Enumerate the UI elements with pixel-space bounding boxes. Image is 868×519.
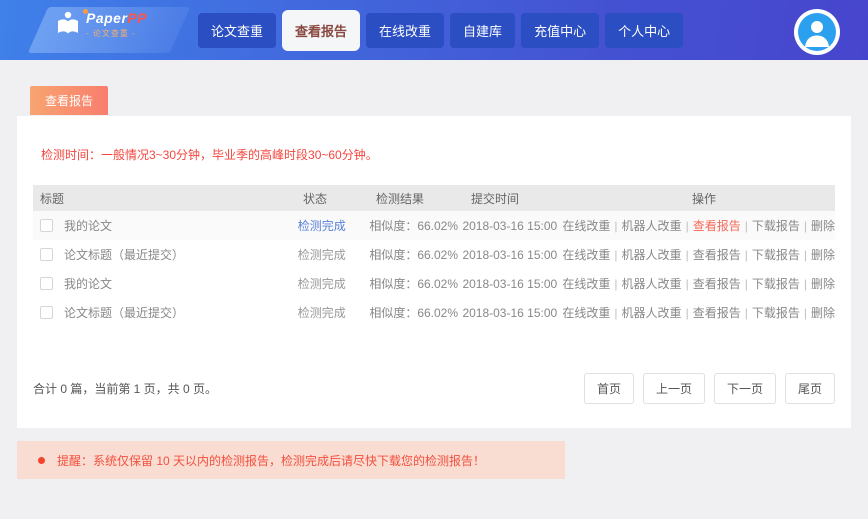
table-header-row: 标题 状态 检测结果 提交时间 操作 (33, 185, 835, 211)
header-status: 状态 (303, 191, 328, 206)
action-separator: | (685, 306, 689, 320)
action-robot-rewrite[interactable]: 机器人改重 (622, 277, 682, 291)
action-delete[interactable]: 删除 (811, 219, 835, 233)
paper-title: 我的论文 (64, 219, 113, 233)
reminder-text: 提醒：系统仅保留 10 天以内的检测报告，检测完成后请尽快下载您的检测报告！ (57, 453, 486, 468)
status-link[interactable]: 检测完成 (298, 306, 346, 320)
action-view-report[interactable]: 查看报告 (693, 306, 741, 320)
action-view-report[interactable]: 查看报告 (693, 219, 741, 233)
first-page-button[interactable]: 首页 (583, 373, 634, 404)
header-title: 标题 (40, 191, 65, 206)
submit-time: 2018-03-16 15:00 (462, 247, 558, 262)
row-actions: 在线改重 | 机器人改重 | 查看报告 | 下载报告 | 删除 (562, 217, 835, 234)
avatar-person-icon (798, 13, 836, 51)
action-download-report[interactable]: 下载报告 (752, 219, 800, 233)
action-separator: | (744, 248, 748, 262)
action-separator: | (803, 306, 807, 320)
header-result: 检测结果 (376, 191, 425, 206)
similarity-result: 相似度：66.02% (369, 277, 459, 291)
table-row: 论文标题（最近提交） 检测完成 相似度：66.02% 2018-03-16 15… (33, 298, 835, 327)
action-separator: | (614, 277, 618, 291)
pagination-summary: 合计 0 篇，当前第 1 页，共 0 页。 (33, 382, 218, 396)
table-row: 我的论文 检测完成 相似度：66.02% 2018-03-16 15:00 在线… (33, 211, 835, 240)
action-view-report[interactable]: 查看报告 (693, 248, 741, 262)
action-online-rewrite[interactable]: 在线改重 (562, 219, 610, 233)
action-separator: | (685, 219, 689, 233)
action-download-report[interactable]: 下载报告 (752, 277, 800, 291)
next-page-button[interactable]: 下一页 (713, 373, 776, 404)
brand-logo[interactable]: PaperPP - 论文查重 - (27, 7, 191, 53)
row-checkbox[interactable] (40, 306, 53, 319)
row-actions: 在线改重 | 机器人改重 | 查看报告 | 下载报告 | 删除 (562, 246, 835, 263)
table-row: 论文标题（最近提交） 检测完成 相似度：66.02% 2018-03-16 15… (33, 240, 835, 269)
action-view-report[interactable]: 查看报告 (693, 277, 741, 291)
nav-item-paper-check[interactable]: 论文查重 (198, 12, 277, 48)
paper-title: 论文标题（最近提交） (64, 306, 185, 320)
action-online-rewrite[interactable]: 在线改重 (562, 248, 610, 262)
action-separator: | (614, 219, 618, 233)
nav-item-custom-library[interactable]: 自建库 (450, 12, 516, 48)
action-robot-rewrite[interactable]: 机器人改重 (622, 306, 682, 320)
action-separator: | (614, 306, 618, 320)
action-delete[interactable]: 删除 (811, 248, 835, 262)
top-navigation-bar: PaperPP - 论文查重 - 论文查重 查看报告 在线改重 自建库 充值中心… (0, 0, 868, 60)
user-avatar[interactable] (794, 9, 840, 55)
action-separator: | (803, 277, 807, 291)
action-separator: | (685, 277, 689, 291)
row-actions: 在线改重 | 机器人改重 | 查看报告 | 下载报告 | 删除 (562, 304, 835, 321)
action-separator: | (803, 248, 807, 262)
action-download-report[interactable]: 下载报告 (752, 248, 800, 262)
action-online-rewrite[interactable]: 在线改重 (562, 277, 610, 291)
bullet-dot-icon (38, 456, 45, 464)
nav-item-online-rewrite[interactable]: 在线改重 (366, 12, 445, 48)
pagination: 首页 上一页 下一页 尾页 (583, 373, 835, 404)
retention-reminder: 提醒：系统仅保留 10 天以内的检测报告，检测完成后请尽快下载您的检测报告！ (17, 441, 565, 479)
brand-name: PaperPP (86, 10, 148, 27)
action-separator: | (744, 277, 748, 291)
reports-card: 检测时间：一般情况3~30分钟，毕业季的高峰时段30~60分钟。 标题 状态 检… (17, 116, 851, 428)
nav-item-personal-center[interactable]: 个人中心 (605, 12, 684, 48)
last-page-button[interactable]: 尾页 (784, 373, 835, 404)
action-online-rewrite[interactable]: 在线改重 (562, 306, 610, 320)
status-link[interactable]: 检测完成 (298, 248, 346, 262)
row-checkbox[interactable] (40, 219, 53, 232)
action-separator: | (614, 248, 618, 262)
action-robot-rewrite[interactable]: 机器人改重 (622, 248, 682, 262)
status-link[interactable]: 检测完成 (298, 219, 346, 233)
similarity-result: 相似度：66.02% (369, 219, 459, 233)
view-reports-badge: 查看报告 (30, 86, 109, 115)
paper-title: 论文标题（最近提交） (64, 248, 185, 262)
action-download-report[interactable]: 下载报告 (752, 306, 800, 320)
main-nav: 论文查重 查看报告 在线改重 自建库 充值中心 个人中心 (198, 9, 684, 51)
row-checkbox[interactable] (40, 248, 53, 261)
action-separator: | (685, 248, 689, 262)
action-delete[interactable]: 删除 (811, 306, 835, 320)
submit-time: 2018-03-16 15:00 (462, 305, 558, 320)
similarity-result: 相似度：66.02% (369, 306, 459, 320)
action-separator: | (744, 306, 748, 320)
status-link[interactable]: 检测完成 (298, 277, 346, 291)
table-row: 我的论文 检测完成 相似度：66.02% 2018-03-16 15:00 在线… (33, 269, 835, 298)
book-reader-icon (56, 11, 80, 39)
nav-item-recharge-center[interactable]: 充值中心 (521, 12, 600, 48)
brand-tagline: - 论文查重 - (86, 28, 136, 38)
prev-page-button[interactable]: 上一页 (642, 373, 705, 404)
nav-item-view-reports[interactable]: 查看报告 (282, 9, 361, 51)
action-separator: | (803, 219, 807, 233)
detection-time-notice: 检测时间：一般情况3~30分钟，毕业季的高峰时段30~60分钟。 (41, 148, 378, 162)
row-checkbox[interactable] (40, 277, 53, 290)
submit-time: 2018-03-16 15:00 (462, 276, 558, 291)
action-robot-rewrite[interactable]: 机器人改重 (622, 219, 682, 233)
list-footer: 合计 0 篇，当前第 1 页，共 0 页。 首页 上一页 下一页 尾页 (33, 373, 835, 404)
row-actions: 在线改重 | 机器人改重 | 查看报告 | 下载报告 | 删除 (562, 275, 835, 292)
paper-title: 我的论文 (64, 277, 113, 291)
action-delete[interactable]: 删除 (811, 277, 835, 291)
action-separator: | (744, 219, 748, 233)
header-time: 提交时间 (471, 191, 520, 206)
similarity-result: 相似度：66.02% (369, 248, 459, 262)
submit-time: 2018-03-16 15:00 (462, 218, 558, 233)
header-actions: 操作 (691, 191, 716, 206)
